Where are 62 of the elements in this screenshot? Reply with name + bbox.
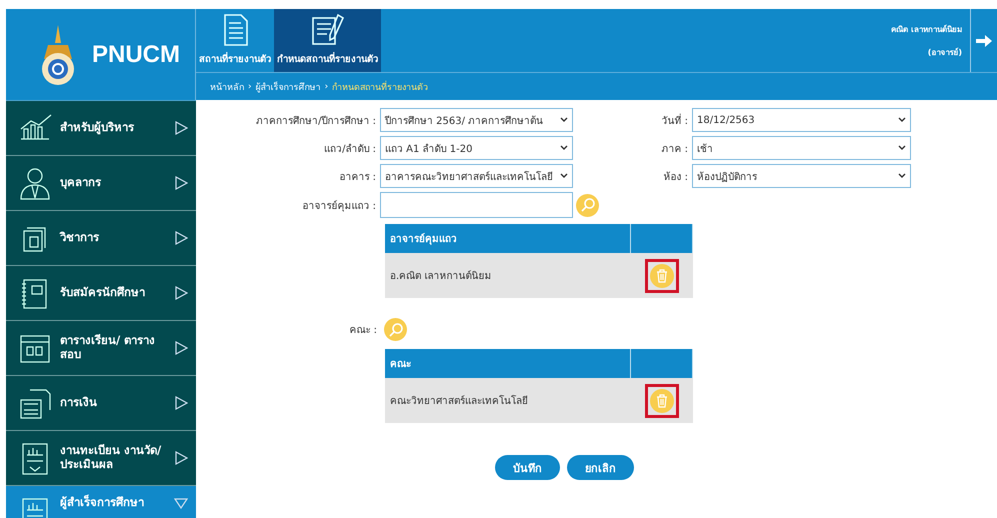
dropdown[interactable]: ปีการศึกษา 2563/ ภาคการศึกษาต้น bbox=[380, 108, 573, 132]
dropdown[interactable]: 18/12/2563 bbox=[692, 108, 911, 132]
menu-label: สำหรับผู้บริหาร bbox=[60, 121, 136, 135]
delete-button[interactable] bbox=[644, 258, 678, 292]
field-label: คณะ : bbox=[348, 324, 378, 337]
action-button[interactable]: ยกเลิก bbox=[567, 455, 634, 480]
column-header bbox=[630, 349, 692, 378]
menu-item[interactable]: สำหรับผู้บริหาร bbox=[6, 101, 196, 156]
search-icon bbox=[580, 198, 594, 212]
breadcrumb-link[interactable]: หน้าหลัก bbox=[210, 80, 244, 94]
menu-item[interactable]: บุคลากร bbox=[6, 156, 196, 211]
menu-item[interactable]: ผู้สำเร็จการศึกษา bbox=[6, 486, 196, 518]
chevron-down-icon bbox=[560, 117, 568, 123]
menu-label: ผู้สำเร็จการศึกษา bbox=[60, 496, 145, 510]
menu-item[interactable]: รับสมัครนักศึกษา bbox=[6, 266, 196, 321]
person-icon bbox=[18, 166, 52, 200]
column-header: อาจารย์คุมแถว bbox=[385, 224, 630, 253]
table-cell: คณะวิทยาศาสตร์และเทคโนโลยี bbox=[385, 378, 630, 423]
trash-icon bbox=[656, 394, 668, 408]
chevron-down-icon bbox=[898, 117, 906, 123]
field-label: แถว/ลำดับ : bbox=[323, 142, 377, 156]
field-label: อาจารย์คุมแถว : bbox=[301, 199, 377, 212]
document-pencil-icon bbox=[310, 13, 346, 47]
trash-icon bbox=[656, 268, 668, 282]
chevron-down-icon bbox=[898, 173, 906, 179]
menu-item[interactable]: วิชาการ bbox=[6, 211, 196, 266]
column-header: คณะ bbox=[385, 349, 630, 378]
chevron-down-icon bbox=[560, 173, 568, 179]
field-label: วันที่ : bbox=[660, 112, 689, 128]
search-icon bbox=[388, 322, 402, 336]
action-button[interactable]: บันทึก bbox=[495, 455, 560, 480]
nav-tab[interactable]: กำหนดสถานที่รายงานตัว bbox=[274, 9, 381, 72]
chevron-down-icon bbox=[898, 145, 906, 151]
field-label: ภาคการศึกษา/ปีการศึกษา : bbox=[255, 114, 377, 128]
menu-label: งานทะเบียน งานวัด/ประเมินผล bbox=[60, 444, 162, 472]
menu-item[interactable]: ตารางเรียน/ ตารางสอบ bbox=[6, 321, 196, 376]
menu-label: บุคลากร bbox=[60, 176, 102, 190]
dropdown[interactable]: เช้า bbox=[692, 136, 911, 160]
logo-text: PNUCM bbox=[92, 40, 180, 68]
menu-label: รับสมัครนักศึกษา bbox=[60, 286, 146, 300]
menu-label: การเงิน bbox=[60, 396, 98, 410]
field-label: อาคาร : bbox=[338, 170, 377, 184]
field-label: ภาค : bbox=[660, 142, 689, 156]
arrow-icon bbox=[975, 34, 993, 48]
field-label: ห้อง : bbox=[662, 170, 689, 184]
column-header bbox=[630, 224, 692, 253]
breadcrumb-link[interactable]: ผู้สำเร็จการศึกษา bbox=[256, 80, 321, 94]
dropdown[interactable]: อาคารคณะวิทยาศาสตร์และเทคโนโลยี bbox=[380, 164, 573, 188]
user-name: คณิต เลาหกานต์นิยม bbox=[891, 24, 962, 36]
menu-label: วิชาการ bbox=[60, 231, 100, 245]
nav-tab[interactable]: สถานที่รายงานตัว bbox=[196, 9, 274, 72]
dropdown[interactable]: แถว A1 ลำดับ 1-20 bbox=[380, 136, 573, 160]
table-cell: อ.คณิต เลาหกานต์นิยม bbox=[385, 253, 630, 298]
input-field[interactable] bbox=[380, 192, 573, 218]
delete-button[interactable] bbox=[644, 384, 678, 418]
breadcrumb-separator: › bbox=[324, 82, 328, 92]
user-role: (อาจารย์) bbox=[928, 46, 962, 58]
menu-item[interactable]: การเงิน bbox=[6, 376, 196, 431]
menu-label: ตารางเรียน/ ตารางสอบ bbox=[60, 334, 156, 362]
breadcrumb-separator: › bbox=[248, 82, 252, 92]
dropdown[interactable]: ห้องปฏิบัติการ bbox=[692, 164, 911, 188]
chevron-down-icon bbox=[560, 145, 568, 151]
